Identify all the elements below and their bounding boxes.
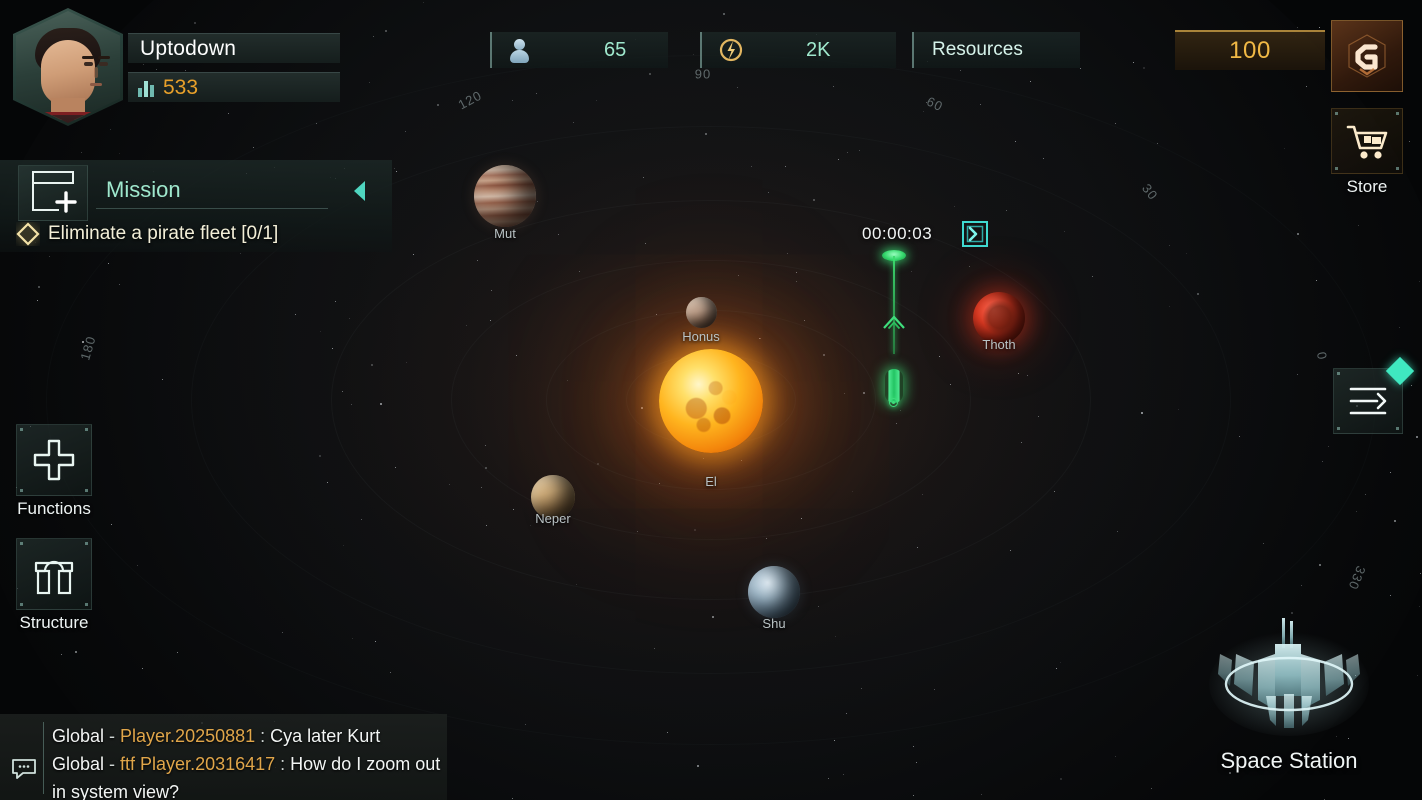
- chat-bubble-icon[interactable]: [11, 758, 37, 780]
- player-power-field[interactable]: 533: [128, 72, 340, 102]
- player-portrait-icon: [16, 11, 120, 123]
- chat-message: Global - Player.20250881 : Cya later Kur…: [52, 726, 381, 746]
- player-name-field[interactable]: Uptodown: [128, 33, 340, 63]
- space-map-viewport[interactable]: 90 120 60 30 180 0 330 El Mut Honus Thoth Nepe…: [0, 0, 1422, 800]
- resources-label: Resources: [932, 39, 1023, 60]
- space-station-hologram-icon: [1196, 614, 1382, 746]
- population-value: 65: [604, 38, 627, 61]
- energy-value: 2K: [806, 38, 831, 61]
- resource-population[interactable]: 65: [490, 32, 668, 68]
- chat-username[interactable]: Player.20250881: [120, 726, 255, 746]
- resource-resources[interactable]: Resources: [912, 32, 1080, 68]
- target-diamond-icon[interactable]: [954, 213, 996, 255]
- population-icon: [508, 38, 530, 63]
- chat-text: Cya later Kurt: [270, 726, 381, 746]
- mission-header-rule: [96, 208, 328, 209]
- functions-label: Functions: [17, 499, 91, 518]
- chevron-left-icon: [349, 178, 371, 204]
- bar-chart-icon: [138, 78, 154, 97]
- fleet-anchor-dot-icon: [889, 398, 898, 407]
- structure-label: Structure: [19, 613, 89, 632]
- mission-task[interactable]: Eliminate a pirate fleet [0/1]: [16, 222, 278, 246]
- mission-collapse-button[interactable]: [332, 172, 388, 210]
- store-tile: [1331, 108, 1403, 174]
- chat-panel[interactable]: Global - Player.20250881 : Cya later Kur…: [0, 714, 447, 800]
- functions-tile: [16, 424, 92, 496]
- hex-g-icon[interactable]: [1331, 20, 1403, 92]
- mission-panel[interactable]: Mission Eliminate a pirate fleet [0/1]: [0, 160, 392, 252]
- plus-icon: [30, 436, 78, 484]
- chat-channel: Global: [52, 754, 105, 774]
- store-button[interactable]: Store: [1331, 108, 1403, 197]
- chat-username[interactable]: ftf Player.20316417: [120, 754, 275, 774]
- structure-button[interactable]: Structure: [16, 538, 92, 633]
- fleet-timer: 00:00:03: [862, 224, 933, 243]
- gold-amount: 100: [1229, 37, 1271, 64]
- chat-divider: [43, 722, 44, 794]
- store-label: Store: [1346, 177, 1388, 196]
- fleet-direction-chevron-icon: [880, 309, 908, 337]
- menu-arrow-icon: [1345, 381, 1391, 421]
- add-mission-icon[interactable]: [18, 165, 88, 221]
- resource-energy[interactable]: 2K: [700, 32, 896, 68]
- chat-message: Global - ftf Player.20316417 : How do I …: [52, 754, 441, 800]
- space-station-button[interactable]: Space Station: [1196, 614, 1382, 790]
- mission-title: Mission: [106, 177, 181, 202]
- gold-bar[interactable]: 100: [1175, 30, 1325, 70]
- energy-icon: [718, 37, 744, 63]
- diamond-icon: [16, 222, 40, 246]
- fleet-path-line: [893, 256, 895, 354]
- arch-gate-icon: [30, 551, 78, 597]
- right-menu-button[interactable]: [1333, 356, 1415, 434]
- mission-header: Mission: [96, 168, 392, 214]
- player-name: Uptodown: [140, 36, 237, 60]
- mission-task-text: Eliminate a pirate fleet [0/1]: [48, 223, 279, 244]
- player-power-value: 533: [163, 75, 199, 99]
- shopping-cart-icon: [1344, 121, 1390, 161]
- space-station-label: Space Station: [1220, 748, 1358, 773]
- structure-tile: [16, 538, 92, 610]
- chat-message-list[interactable]: Global - Player.20250881 : Cya later Kur…: [52, 722, 441, 800]
- chat-channel: Global: [52, 726, 105, 746]
- functions-button[interactable]: Functions: [16, 424, 92, 519]
